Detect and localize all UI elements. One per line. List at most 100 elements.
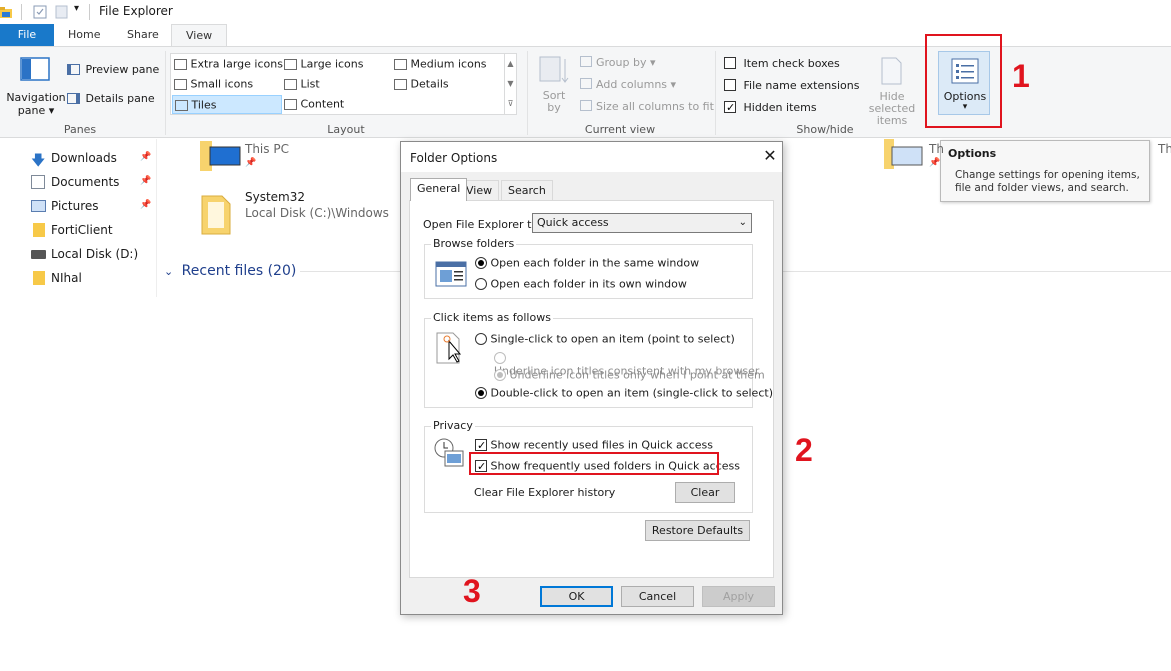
folder-icon bbox=[33, 271, 45, 285]
system32-tile[interactable]: System32 Local Disk (C:)\Windows bbox=[200, 188, 390, 238]
new-folder-icon[interactable] bbox=[55, 5, 69, 19]
same-window-label: Open each folder in the same window bbox=[490, 256, 700, 270]
scroll-down-icon[interactable]: ▼ bbox=[505, 74, 516, 94]
tab-file[interactable]: File bbox=[0, 24, 54, 46]
recent-files-header[interactable]: ⌄ Recent files (20) bbox=[164, 263, 296, 279]
item-check-boxes-checkbox[interactable] bbox=[724, 57, 736, 69]
tooltip-body: Change settings for opening items, file … bbox=[955, 169, 1140, 194]
details-pane-button[interactable]: Details pane bbox=[67, 91, 155, 105]
click-items-legend: Click items as follows bbox=[431, 311, 553, 324]
pin-icon: 📌 bbox=[140, 152, 152, 162]
layout-label: Extra large icons bbox=[190, 57, 283, 71]
double-click-option[interactable]: Double-click to open an item (single-cli… bbox=[475, 386, 773, 400]
clear-button[interactable]: Clear bbox=[675, 482, 735, 503]
layout-tiles[interactable]: Tiles bbox=[172, 95, 282, 114]
size-columns-icon bbox=[580, 100, 592, 111]
current-view-group-label: Current view bbox=[584, 123, 656, 136]
layout-label: Large icons bbox=[300, 57, 364, 71]
layout-medium-icons[interactable]: Medium icons bbox=[394, 57, 487, 71]
own-window-radio[interactable] bbox=[475, 278, 487, 290]
preview-pane-button[interactable]: Preview pane bbox=[67, 62, 159, 76]
hide-selected-items-button[interactable]: Hide selected items bbox=[856, 53, 928, 127]
double-click-radio[interactable] bbox=[475, 387, 487, 399]
layout-details[interactable]: Details bbox=[394, 77, 449, 91]
small-icons-icon bbox=[174, 78, 187, 90]
underline-point-radio[interactable] bbox=[494, 369, 506, 381]
tab-general[interactable]: General bbox=[410, 178, 468, 201]
navigation-pane-icon bbox=[20, 57, 50, 84]
ok-button[interactable]: OK bbox=[540, 586, 613, 607]
underline-point-option[interactable]: Underline icon titles only when I point … bbox=[494, 368, 765, 382]
partial-tile-right[interactable]: Th 📌 bbox=[884, 139, 944, 175]
folder-image-icon bbox=[884, 139, 924, 172]
cancel-button[interactable]: Cancel bbox=[621, 586, 694, 607]
scroll-up-icon[interactable]: ▲ bbox=[505, 54, 516, 74]
recent-files-option[interactable]: Show recently used files in Quick access bbox=[475, 438, 713, 452]
layout-small-icons[interactable]: Small icons bbox=[174, 77, 253, 91]
divider bbox=[21, 4, 22, 20]
sidebar-item-label: Documents bbox=[51, 175, 120, 189]
navigation-pane-button[interactable]: Navigation pane ▾ bbox=[4, 51, 66, 121]
restore-defaults-button[interactable]: Restore Defaults bbox=[645, 520, 750, 541]
medium-icons-icon bbox=[394, 58, 407, 70]
layout-label: Details bbox=[410, 77, 449, 91]
layout-label: List bbox=[300, 77, 320, 91]
file-name-extensions-checkbox[interactable] bbox=[724, 79, 736, 91]
list-icon bbox=[284, 78, 297, 90]
tab-home[interactable]: Home bbox=[54, 24, 114, 46]
single-click-option[interactable]: Single-click to open an item (point to s… bbox=[475, 332, 735, 346]
file-name-extensions-toggle[interactable]: File name extensions bbox=[724, 78, 859, 92]
hidden-items-toggle[interactable]: Hidden items bbox=[724, 100, 817, 114]
chevron-down-icon: ⌄ bbox=[738, 217, 747, 228]
pointer-click-icon bbox=[435, 331, 467, 368]
item-check-boxes-toggle[interactable]: Item check boxes bbox=[724, 56, 840, 70]
layout-list[interactable]: List bbox=[284, 77, 320, 91]
same-window-option[interactable]: Open each folder in the same window bbox=[475, 256, 699, 270]
pin-icon: 📌 bbox=[245, 158, 257, 168]
size-all-columns-button[interactable]: Size all columns to fit bbox=[596, 100, 714, 113]
add-columns-button[interactable]: Add columns ▾ bbox=[596, 78, 676, 91]
browse-folders-icon bbox=[435, 261, 467, 290]
sidebar-item-label: Pictures bbox=[51, 199, 99, 213]
open-explorer-to-select[interactable]: Quick access ⌄ bbox=[532, 213, 752, 233]
own-window-option[interactable]: Open each folder in its own window bbox=[475, 277, 687, 291]
show-hide-group-label: Show/hide bbox=[796, 123, 854, 136]
divider bbox=[527, 51, 528, 135]
this-pc-label: This PC bbox=[245, 142, 289, 156]
window-title: File Explorer bbox=[99, 4, 173, 18]
properties-icon[interactable] bbox=[33, 5, 47, 19]
single-click-radio[interactable] bbox=[475, 333, 487, 345]
underline-browser-radio[interactable] bbox=[494, 352, 506, 364]
add-columns-icon bbox=[580, 78, 592, 89]
layout-label: Tiles bbox=[191, 98, 217, 112]
layout-extra-large-icons[interactable]: Extra large icons bbox=[174, 57, 283, 71]
recent-files-label: Show recently used files in Quick access bbox=[490, 438, 714, 452]
underline-point-label: Underline icon titles only when I point … bbox=[509, 368, 765, 382]
tab-search[interactable]: Search bbox=[501, 180, 553, 200]
system32-path: Local Disk (C:)\Windows bbox=[245, 206, 389, 220]
sidebar-item-label: Downloads bbox=[51, 151, 117, 165]
tiles-icon bbox=[175, 99, 188, 111]
clear-history-label: Clear File Explorer history bbox=[474, 486, 616, 499]
same-window-radio[interactable] bbox=[475, 257, 487, 269]
sort-by-button[interactable]: Sort by bbox=[536, 53, 572, 115]
tab-view[interactable]: View bbox=[171, 24, 228, 46]
apply-button[interactable]: Apply bbox=[702, 586, 775, 607]
tab-share[interactable]: Share bbox=[113, 24, 173, 46]
recent-files-checkbox[interactable] bbox=[475, 439, 487, 451]
folder-icon bbox=[200, 192, 232, 239]
this-pc-tile[interactable]: This PC 📌 bbox=[200, 139, 380, 175]
folder-options-dialog: Folder Options ✕ View Search General Ope… bbox=[400, 141, 783, 615]
layout-content[interactable]: Content bbox=[284, 97, 344, 111]
customize-quick-access-icon[interactable]: ▾ bbox=[74, 3, 79, 14]
annotation-box-step2 bbox=[469, 452, 719, 475]
layout-large-icons[interactable]: Large icons bbox=[284, 57, 363, 71]
annotation-box-step1 bbox=[925, 34, 1002, 128]
single-click-label: Single-click to open an item (point to s… bbox=[490, 332, 735, 346]
hidden-items-checkbox[interactable] bbox=[724, 101, 736, 113]
group-by-button[interactable]: Group by ▾ bbox=[596, 56, 656, 69]
close-icon[interactable]: ✕ bbox=[761, 146, 779, 165]
layout-scrollbar[interactable]: ▲ ▼ ⊽ bbox=[504, 53, 517, 115]
expand-gallery-icon[interactable]: ⊽ bbox=[505, 94, 516, 114]
recent-files-label: Recent files (20) bbox=[181, 263, 297, 279]
